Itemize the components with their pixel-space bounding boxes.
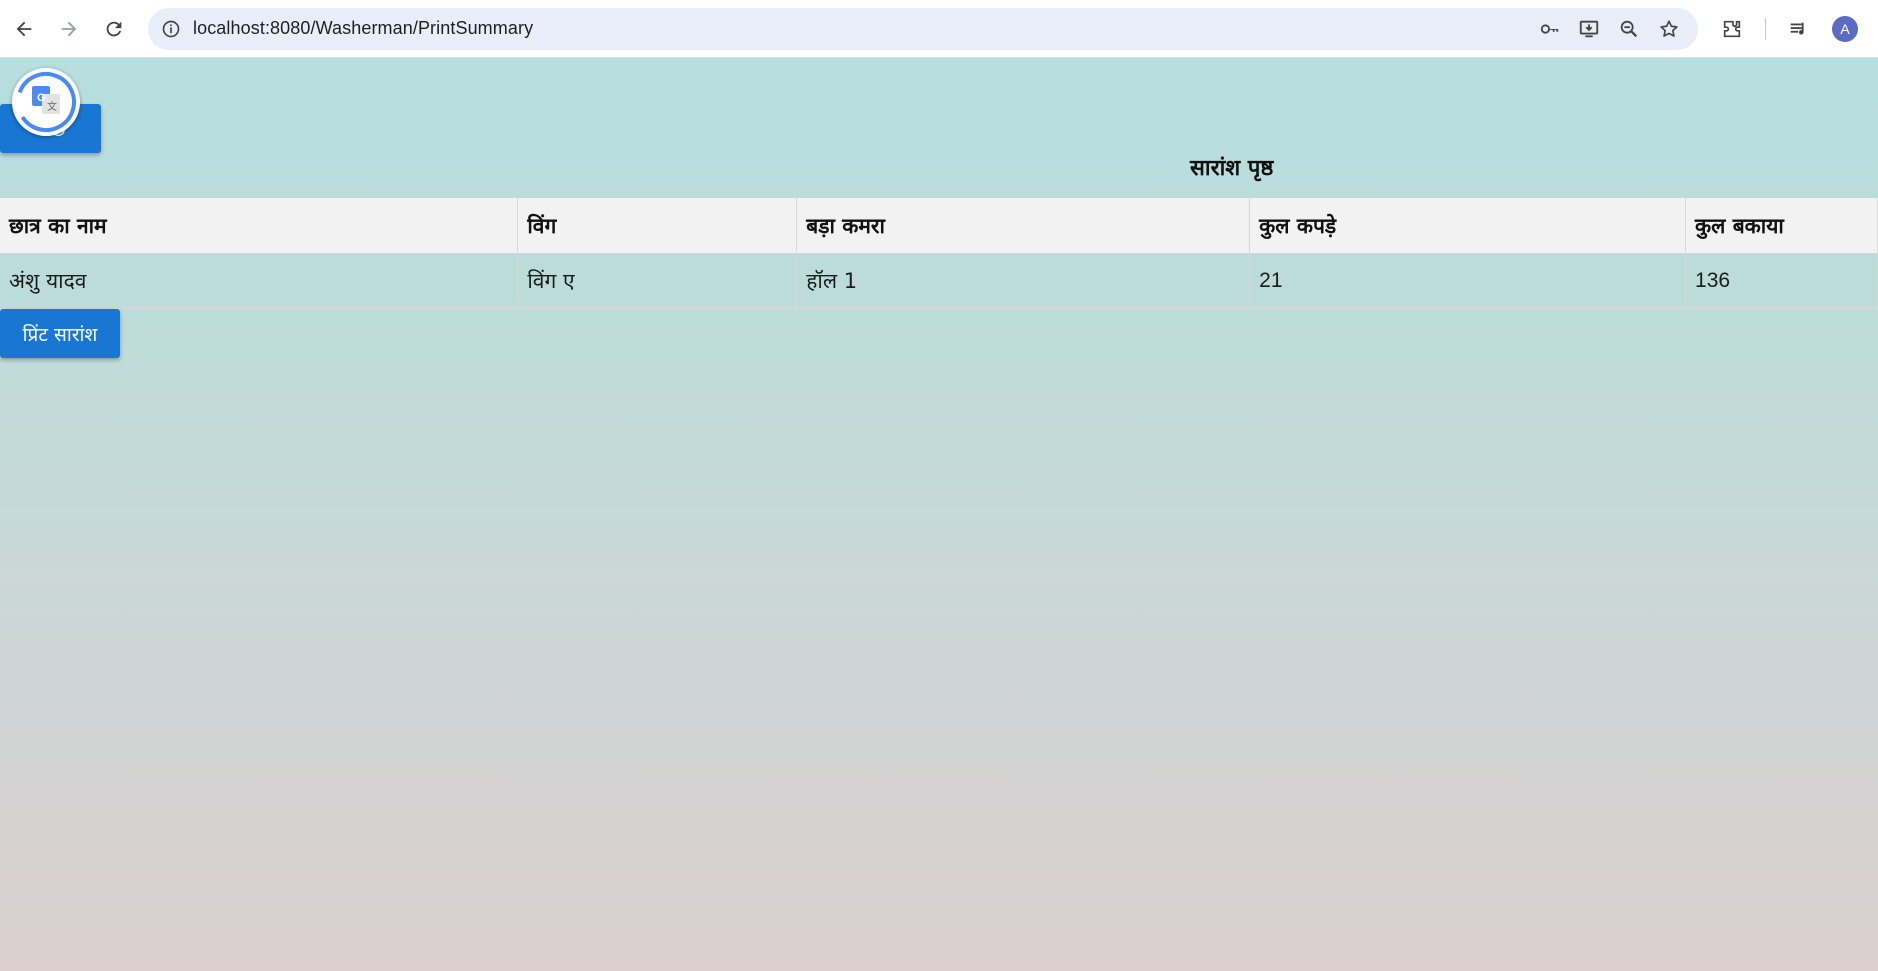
cell-total-due: 136 <box>1685 253 1878 309</box>
column-header-student-name: छात्र का नाम <box>0 198 519 254</box>
extensions-icon[interactable] <box>1718 15 1746 43</box>
install-app-icon[interactable] <box>1576 17 1602 41</box>
column-header-total-due: कुल बकाया <box>1685 198 1878 254</box>
svg-text:文: 文 <box>47 100 57 113</box>
column-header-total-clothes: कुल कपड़े <box>1249 198 1687 254</box>
cell-hall: हॉल 1 <box>796 253 1251 309</box>
toolbar-divider <box>1765 18 1766 40</box>
cell-total-clothes: 21 <box>1249 253 1687 309</box>
cell-student-name: अंशु यादव <box>0 253 519 309</box>
media-controls-icon[interactable] <box>1785 15 1813 43</box>
page-body: पीछे G 文 सारांश पृष्ठ छात्र का नाम विंग … <box>0 58 1878 971</box>
address-bar[interactable]: localhost:8080/Washerman/PrintSummary <box>148 8 1698 50</box>
svg-text:G: G <box>37 92 46 104</box>
site-info-icon[interactable] <box>158 16 184 42</box>
summary-table: छात्र का नाम विंग बड़ा कमरा कुल कपड़े कु… <box>0 198 1878 309</box>
zoom-icon[interactable] <box>1616 17 1642 41</box>
page-title: सारांश पृष्ठ <box>1190 156 1274 181</box>
cell-wing: विंग ए <box>517 253 798 309</box>
google-translate-icon[interactable]: G 文 <box>12 68 80 136</box>
column-header-wing: विंग <box>517 198 798 254</box>
back-icon[interactable] <box>7 12 41 46</box>
table-row: अंशु यादव विंग ए हॉल 1 21 136 <box>0 253 1878 309</box>
bookmark-star-icon[interactable] <box>1656 17 1682 41</box>
print-summary-button[interactable]: प्रिंट सारांश <box>0 309 120 358</box>
table-header-row: छात्र का नाम विंग बड़ा कमरा कुल कपड़े कु… <box>0 198 1878 254</box>
forward-icon[interactable] <box>52 12 86 46</box>
password-key-icon[interactable] <box>1537 17 1563 41</box>
url-text[interactable]: localhost:8080/Washerman/PrintSummary <box>193 18 533 39</box>
reload-icon[interactable] <box>97 12 131 46</box>
profile-avatar[interactable]: A <box>1832 16 1858 42</box>
column-header-hall: बड़ा कमरा <box>796 198 1251 254</box>
browser-toolbar: localhost:8080/Washerman/PrintSummary A <box>0 0 1878 58</box>
